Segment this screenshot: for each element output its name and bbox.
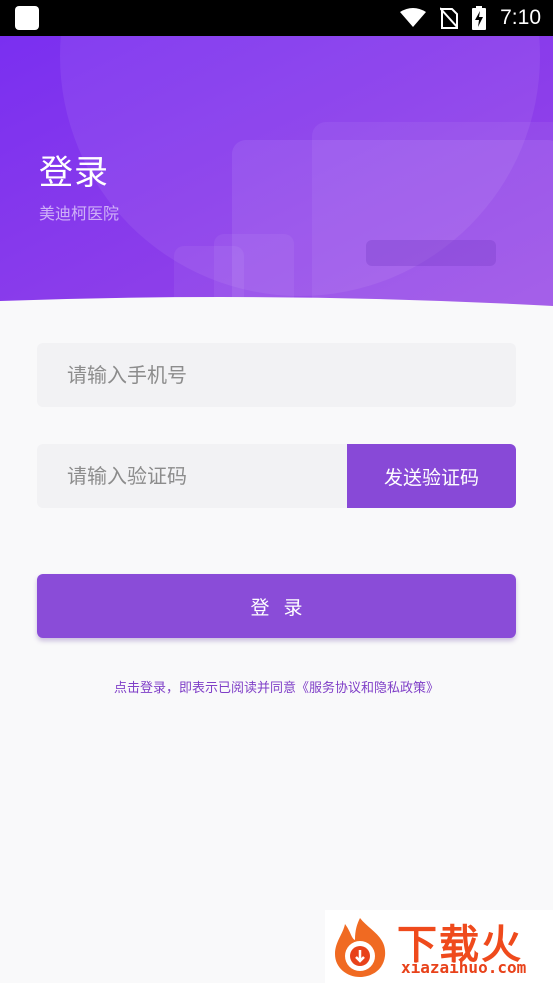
- verification-code-input[interactable]: 请输入验证码: [37, 444, 347, 508]
- flame-logo-icon: [335, 918, 386, 977]
- status-bar: 7:10: [0, 0, 553, 36]
- notification-icon: [15, 6, 39, 30]
- page-title: 登录: [39, 153, 109, 193]
- login-button[interactable]: 登录: [37, 574, 516, 638]
- agreement-link[interactable]: 点击登录，即表示已阅读并同意《服务协议和隐私政策》: [0, 677, 553, 696]
- phone-input[interactable]: 请输入手机号: [37, 343, 516, 407]
- wifi-icon: [400, 8, 427, 27]
- watermark-url: xiazaihuo.com: [401, 958, 527, 977]
- send-code-button[interactable]: 发送验证码: [347, 444, 516, 508]
- status-icons: 7:10: [400, 0, 541, 36]
- watermark: 下载火 xiazaihuo.com: [325, 910, 553, 983]
- no-sim-icon: [440, 7, 459, 29]
- battery-charging-icon: [472, 6, 487, 30]
- hospital-name: 美迪柯医院: [39, 204, 120, 223]
- code-placeholder: 请输入验证码: [67, 464, 187, 488]
- status-time: 7:10: [500, 6, 541, 29]
- phone-placeholder: 请输入手机号: [67, 363, 187, 387]
- header-banner: 登录 美迪柯医院: [0, 36, 553, 306]
